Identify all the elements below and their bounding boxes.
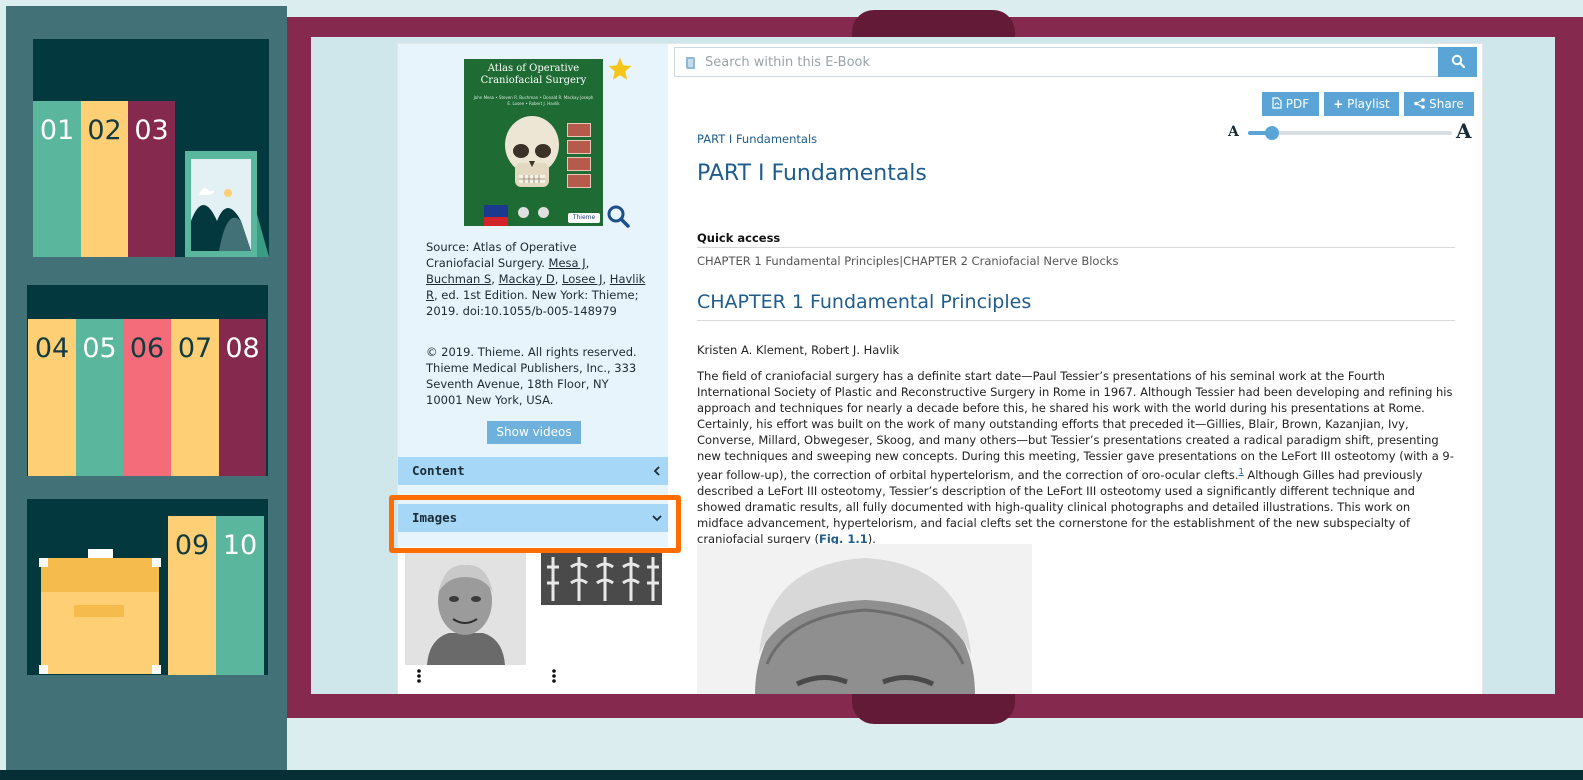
- search-icon: [1451, 54, 1465, 68]
- content-accordion[interactable]: Content: [398, 457, 668, 485]
- figure-1-1-image[interactable]: [697, 544, 1032, 694]
- box-handle: [88, 549, 113, 558]
- quick-access-links[interactable]: CHAPTER 1 Fundamental Principles|CHAPTER…: [697, 254, 1118, 268]
- show-videos-button[interactable]: Show videos: [487, 421, 581, 444]
- book-02[interactable]: 02: [81, 101, 128, 257]
- chapter-body-paragraph: The field of craniofacial surgery has a …: [697, 369, 1459, 548]
- book-label: 03: [134, 115, 169, 146]
- storage-box-icon[interactable]: [39, 549, 161, 674]
- share-label: Share: [1429, 97, 1464, 111]
- stage: 01 02 03 04 05 06 07 08 09 10 Atlas of O…: [0, 0, 1583, 780]
- divider: [697, 247, 1455, 248]
- image-options-kebab-icon[interactable]: [416, 668, 422, 684]
- images-panel: [398, 547, 668, 694]
- book-07[interactable]: 07: [171, 319, 219, 476]
- chapter-authors: Kristen A. Klement, Robert J. Havlik: [697, 343, 900, 357]
- pdf-label: PDF: [1285, 97, 1310, 111]
- book-label: 06: [129, 333, 165, 364]
- plus-icon: +: [1333, 97, 1344, 111]
- frame-shadow: [257, 214, 269, 257]
- cover-authors: John Mesa • Steven R. Buchman • Donald R…: [473, 95, 594, 106]
- book-03[interactable]: 03: [128, 101, 175, 257]
- book-info-sidebar: Atlas of Operative Craniofacial Surgery …: [398, 44, 668, 694]
- ebook-search-bar: [674, 47, 1440, 77]
- shelf-3: 09 10: [27, 499, 268, 675]
- book-09[interactable]: 09: [168, 516, 216, 675]
- chapter-title: CHAPTER 1 Fundamental Principles: [697, 291, 1032, 313]
- playlist-label: Playlist: [1347, 97, 1390, 111]
- font-size-slider[interactable]: [1248, 126, 1452, 140]
- ebook-search-input[interactable]: [705, 48, 1425, 76]
- zoom-cover-icon[interactable]: [606, 204, 630, 228]
- book-icon: [686, 57, 695, 69]
- picture-frame[interactable]: [185, 151, 257, 257]
- search-submit-button[interactable]: [1438, 47, 1477, 77]
- author-link-buchman[interactable]: Buchman S: [426, 272, 491, 286]
- book-label: 09: [174, 530, 210, 561]
- favorite-star-icon[interactable]: [607, 56, 633, 82]
- copyright-notice: © 2019. Thieme. All rights reserved. Thi…: [426, 345, 637, 407]
- part-title: PART I Fundamentals: [697, 161, 927, 186]
- author-link-losee[interactable]: Losee J: [562, 272, 602, 286]
- cover-photos: [567, 123, 591, 191]
- frame-tab-bottom: [852, 690, 1015, 724]
- cover-dot: [538, 207, 549, 218]
- book-cover[interactable]: Atlas of Operative Craniofacial Surgery …: [464, 59, 603, 226]
- shelf-2: 04 05 06 07 08: [27, 285, 268, 476]
- box-corner: [152, 665, 161, 674]
- book-05[interactable]: 05: [76, 319, 123, 476]
- cover-publisher: Thieme: [568, 213, 600, 223]
- image-thumbnail-portrait[interactable]: [405, 553, 526, 665]
- author-link-mesa[interactable]: Mesa J: [549, 256, 586, 270]
- box-corner: [39, 665, 48, 674]
- bookshelf-panel: 01 02 03 04 05 06 07 08 09 10: [6, 6, 287, 770]
- book-06[interactable]: 06: [123, 319, 171, 476]
- ebook-viewport: Atlas of Operative Craniofacial Surgery …: [311, 37, 1555, 694]
- box-label: [74, 605, 124, 617]
- content-accordion-label: Content: [412, 463, 465, 478]
- image-options-kebab-icon[interactable]: [551, 668, 557, 684]
- playlist-button[interactable]: + Playlist: [1324, 92, 1399, 116]
- mountain-picture-icon: [191, 159, 251, 251]
- font-size-slider-thumb[interactable]: [1265, 126, 1280, 140]
- share-icon: [1414, 98, 1426, 109]
- source-suffix: , ed. 1st Edition. New York: Thieme; 201…: [426, 288, 639, 318]
- book-label: 08: [225, 333, 260, 364]
- videos-badge: [484, 217, 508, 226]
- body-text-part1: The field of craniofacial surgery has a …: [697, 369, 1454, 483]
- book-04[interactable]: 04: [28, 319, 76, 476]
- share-button[interactable]: Share: [1404, 92, 1474, 116]
- book-label: 05: [82, 333, 117, 364]
- source-citation: Source: Atlas of Operative Craniofacial …: [426, 240, 646, 318]
- chevron-left-icon: [653, 466, 660, 476]
- book-08[interactable]: 08: [219, 319, 266, 476]
- decrease-font-size[interactable]: A: [1228, 124, 1239, 140]
- box-lid: [41, 558, 159, 592]
- cover-dot: [518, 207, 529, 218]
- book-01[interactable]: 01: [33, 101, 81, 257]
- ebook-page: Atlas of Operative Craniofacial Surgery …: [397, 43, 1483, 694]
- breadcrumb[interactable]: PART I Fundamentals: [697, 132, 817, 146]
- author-link-mackay[interactable]: Mackay D: [499, 272, 555, 286]
- box-corner: [39, 558, 48, 567]
- box-corner: [152, 558, 161, 567]
- book-label: 07: [177, 333, 213, 364]
- divider: [697, 320, 1455, 321]
- skull-icon: [505, 116, 559, 187]
- images-accordion-highlight: [389, 495, 681, 553]
- quick-access-heading: Quick access: [697, 231, 781, 245]
- book-label: 02: [87, 115, 122, 146]
- book-10[interactable]: 10: [216, 516, 264, 675]
- image-thumbnail-xray[interactable]: [541, 553, 662, 605]
- bottom-bar: [0, 770, 1583, 780]
- book-label: 10: [222, 530, 258, 561]
- pdf-button[interactable]: PDF: [1262, 92, 1319, 116]
- book-label: 01: [39, 115, 75, 146]
- cover-title: Atlas of Operative Craniofacial Surgery: [480, 63, 587, 86]
- shelf-1: 01 02 03: [33, 39, 269, 257]
- pdf-file-icon: [1272, 97, 1282, 109]
- book-label: 04: [34, 333, 70, 364]
- increase-font-size[interactable]: A: [1456, 119, 1472, 143]
